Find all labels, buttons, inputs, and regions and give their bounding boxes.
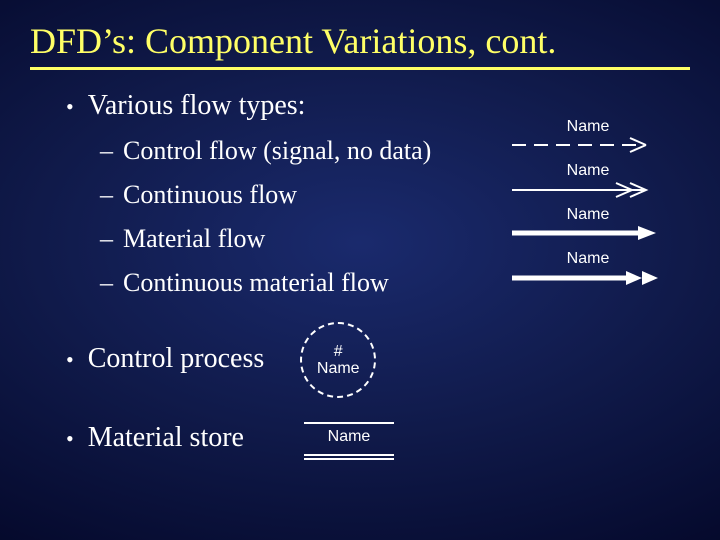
dash-icon: – xyxy=(100,224,113,254)
material-store-label: Material store xyxy=(88,422,244,454)
continuous-material-flow-label: Continuous material flow xyxy=(123,268,389,298)
continuous-material-flow-name: Name xyxy=(510,250,666,268)
row-material-store: • Material store Name xyxy=(66,422,666,456)
dash-icon: – xyxy=(100,268,113,298)
control-process-diagram: # Name xyxy=(300,322,376,398)
control-flow-text: – Control flow (signal, no data) xyxy=(100,136,431,166)
material-store-text: • Material store xyxy=(66,422,244,456)
dash-icon: – xyxy=(100,136,113,166)
store-name: Name xyxy=(328,428,371,445)
slide: DFD’s: Component Variations, cont. • Var… xyxy=(0,0,720,540)
control-flow-name: Name xyxy=(510,118,666,136)
continuous-material-flow-diagram: Name xyxy=(510,268,666,298)
row-continuous-material-flow: – Continuous material flow Name xyxy=(100,266,666,300)
bullet-flow-types-label: Various flow types: xyxy=(88,90,306,122)
row-control-process: • Control process # Name xyxy=(66,322,666,398)
thick-double-arrow-icon xyxy=(510,268,666,288)
control-process-label: Control process xyxy=(88,343,265,375)
slide-body: • Various flow types: – Control flow (si… xyxy=(28,90,692,456)
material-flow-name: Name xyxy=(510,206,666,224)
continuous-material-flow-text: – Continuous material flow xyxy=(100,268,389,298)
bullet-dot-icon: • xyxy=(66,422,74,456)
continuous-flow-name: Name xyxy=(510,162,666,180)
process-hash: # xyxy=(334,343,343,361)
slide-title: DFD’s: Component Variations, cont. xyxy=(30,20,690,70)
control-flow-label: Control flow (signal, no data) xyxy=(123,136,431,166)
store-box-icon: Name xyxy=(304,422,394,456)
dashed-arrow-icon xyxy=(510,136,666,154)
material-flow-label: Material flow xyxy=(123,224,265,254)
control-process-text: • Control process xyxy=(66,343,264,377)
process-name: Name xyxy=(317,360,360,378)
material-store-diagram: Name xyxy=(304,422,394,456)
material-flow-text: – Material flow xyxy=(100,224,265,254)
double-arrow-icon xyxy=(510,180,666,200)
bullet-dot-icon: • xyxy=(66,343,74,377)
continuous-flow-text: – Continuous flow xyxy=(100,180,297,210)
thick-arrow-icon xyxy=(510,224,666,242)
bullet-dot-icon: • xyxy=(66,90,74,124)
continuous-flow-label: Continuous flow xyxy=(123,180,297,210)
dash-icon: – xyxy=(100,180,113,210)
dashed-circle-icon: # Name xyxy=(300,322,376,398)
